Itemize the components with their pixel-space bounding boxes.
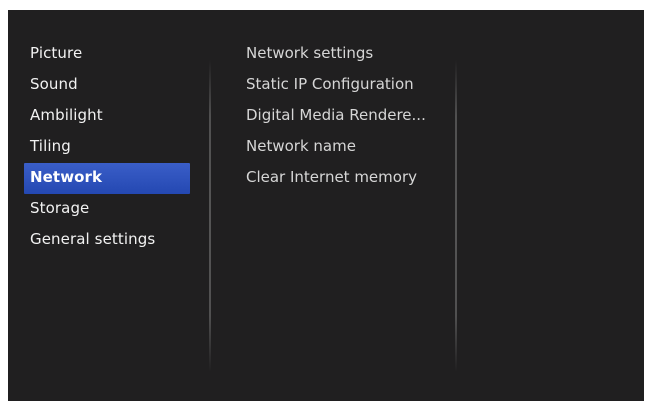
main-menu-item-general-settings[interactable]: General settings [24, 225, 190, 256]
tv-settings-screen: Picture Sound Ambilight Tiling Network S… [8, 10, 644, 401]
main-menu: Picture Sound Ambilight Tiling Network S… [24, 39, 190, 256]
main-menu-item-storage[interactable]: Storage [24, 194, 190, 225]
submenu-item-network-settings[interactable]: Network settings [242, 39, 447, 70]
submenu-item-clear-internet-memory[interactable]: Clear Internet memory [242, 163, 447, 194]
main-menu-item-ambilight[interactable]: Ambilight [24, 101, 190, 132]
submenu-item-static-ip-configuration[interactable]: Static IP Configuration [242, 70, 447, 101]
column-divider [455, 60, 457, 372]
network-submenu: Network settings Static IP Configuration… [242, 39, 447, 194]
main-menu-item-sound[interactable]: Sound [24, 70, 190, 101]
column-divider [209, 60, 211, 372]
submenu-item-network-name[interactable]: Network name [242, 132, 447, 163]
main-menu-item-tiling[interactable]: Tiling [24, 132, 190, 163]
main-menu-item-network[interactable]: Network [24, 163, 190, 194]
submenu-item-digital-media-renderer[interactable]: Digital Media Rendere... [242, 101, 447, 132]
main-menu-item-picture[interactable]: Picture [24, 39, 190, 70]
